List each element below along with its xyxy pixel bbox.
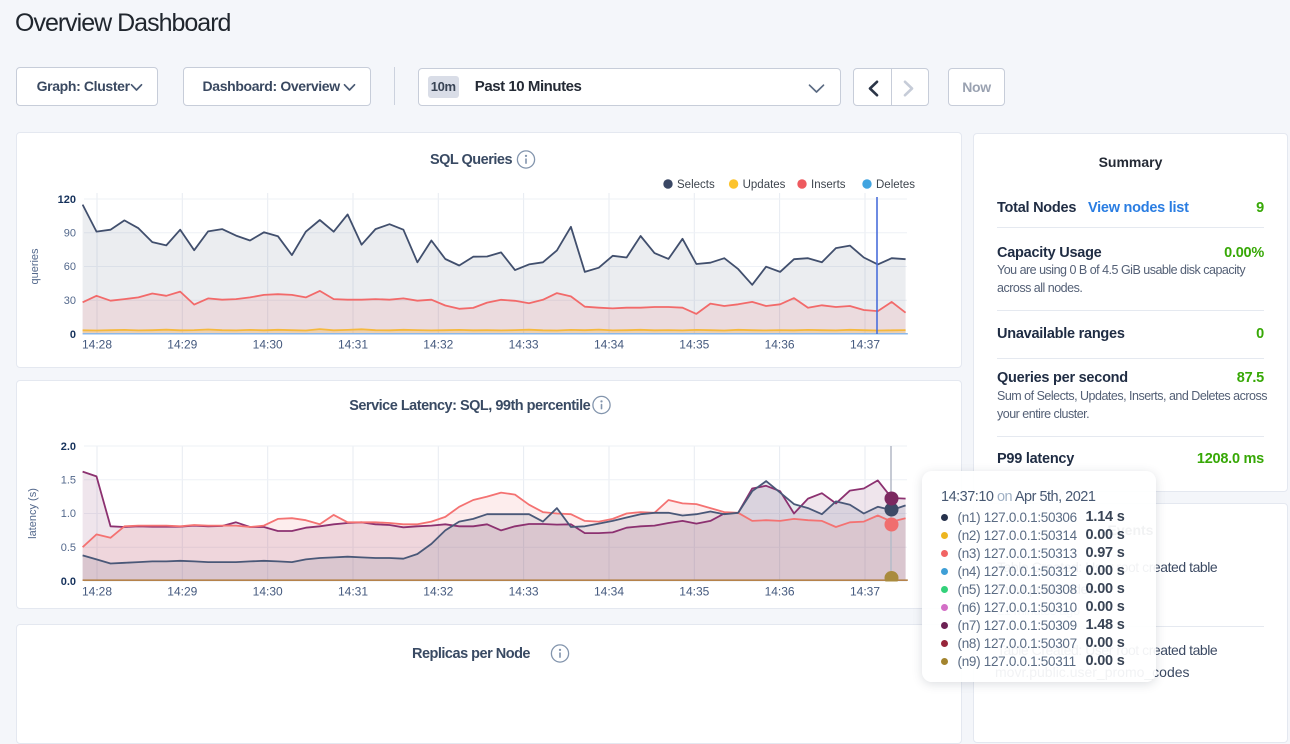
svg-text:14:32: 14:32	[423, 585, 453, 599]
svg-text:14:29: 14:29	[167, 338, 197, 352]
svg-text:0.5: 0.5	[61, 542, 76, 554]
svg-text:14:28: 14:28	[82, 338, 112, 352]
svg-text:14:29: 14:29	[167, 585, 197, 599]
svg-text:14:31: 14:31	[338, 585, 368, 599]
svg-text:14:35: 14:35	[679, 338, 709, 352]
svg-text:14:30: 14:30	[253, 338, 283, 352]
svg-text:14:34: 14:34	[594, 338, 624, 352]
svg-text:14:37: 14:37	[850, 338, 880, 352]
svg-text:1.5: 1.5	[61, 475, 76, 487]
svg-text:Replicas per Node: Replicas per Node	[412, 646, 530, 662]
svg-text:Updates: Updates	[743, 179, 786, 191]
svg-text:Deletes: Deletes	[876, 179, 915, 191]
svg-text:120: 120	[58, 194, 76, 206]
svg-text:14:37: 14:37	[850, 585, 880, 599]
svg-text:14:28: 14:28	[82, 585, 112, 599]
svg-text:14:32: 14:32	[423, 338, 453, 352]
svg-text:14:31: 14:31	[338, 338, 368, 352]
svg-text:14:35: 14:35	[679, 585, 709, 599]
svg-text:latency (s): latency (s)	[27, 488, 39, 539]
svg-text:Inserts: Inserts	[811, 179, 846, 191]
svg-text:14:36: 14:36	[765, 338, 795, 352]
svg-text:Service Latency: SQL, 99th per: Service Latency: SQL, 99th percentile	[349, 398, 590, 414]
svg-text:14:30: 14:30	[253, 585, 283, 599]
svg-text:14:33: 14:33	[509, 338, 539, 352]
svg-text:0.0: 0.0	[61, 576, 76, 588]
svg-text:90: 90	[64, 228, 76, 240]
svg-text:1.0: 1.0	[61, 508, 76, 520]
svg-text:2.0: 2.0	[61, 441, 76, 453]
svg-text:60: 60	[64, 261, 76, 273]
svg-text:queries: queries	[29, 248, 41, 285]
svg-text:SQL Queries: SQL Queries	[430, 152, 513, 168]
svg-text:14:33: 14:33	[509, 585, 539, 599]
svg-text:30: 30	[64, 295, 76, 307]
svg-text:Selects: Selects	[677, 179, 715, 191]
svg-text:14:34: 14:34	[594, 585, 624, 599]
svg-text:14:36: 14:36	[765, 585, 795, 599]
svg-text:0: 0	[70, 329, 76, 341]
